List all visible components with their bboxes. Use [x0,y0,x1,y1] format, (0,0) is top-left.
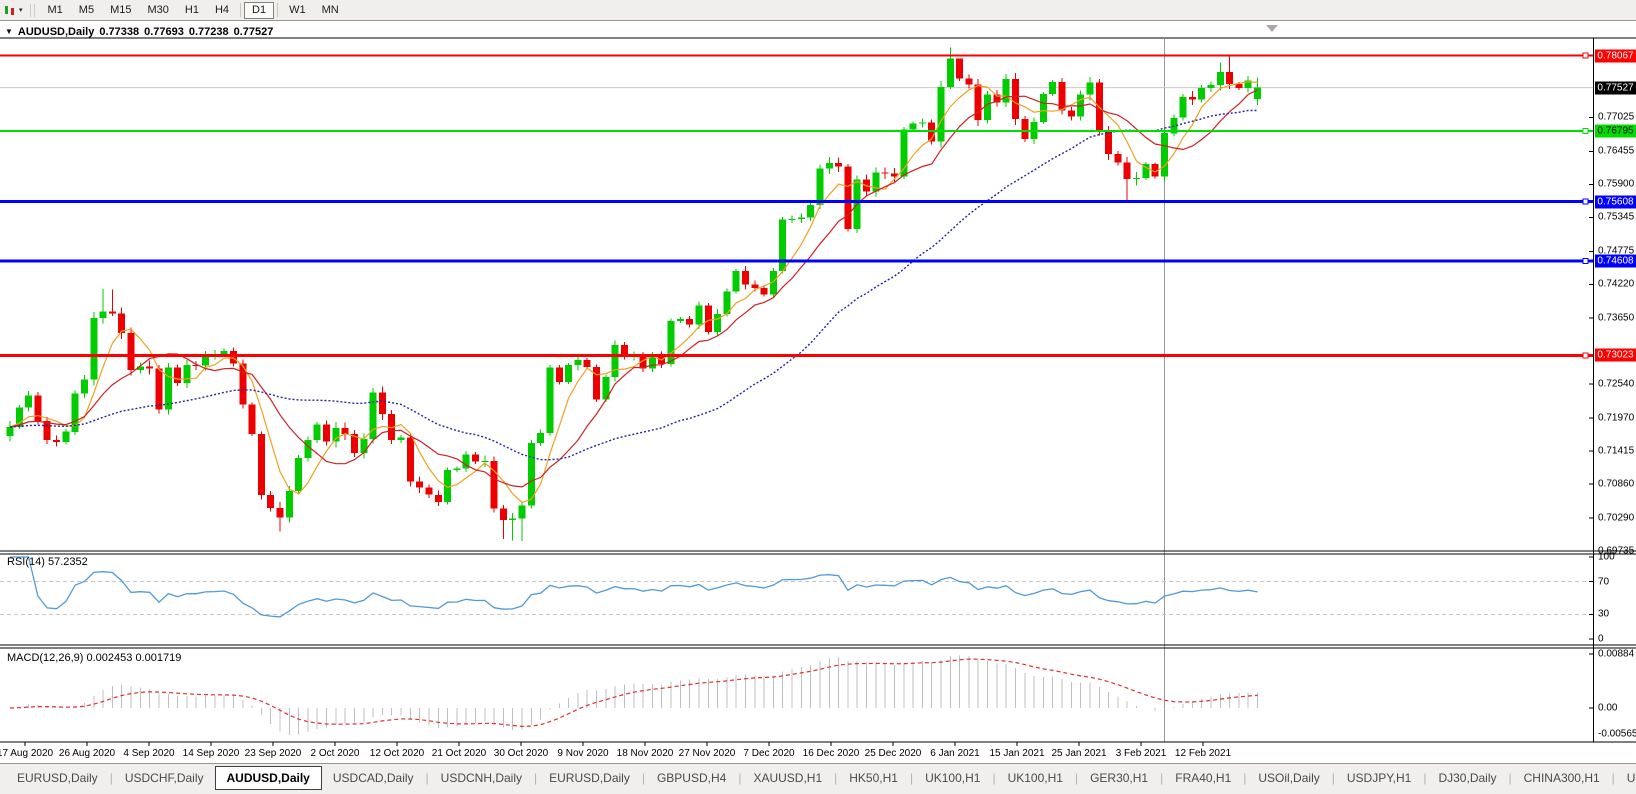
date-axis-label: 7 Dec 2020 [743,748,794,759]
date-axis-label: 12 Oct 2020 [370,748,424,759]
ohlc-open: 0.77338 [99,26,139,38]
price-badge: 0.73023 [1595,349,1636,362]
tab-uk100-h1[interactable]: UK100,H1 [914,767,991,789]
macd-axis-tick: 0.00 [1598,703,1617,714]
price-axis-tick: 0.75900 [1598,179,1634,190]
tab-gbpusd-h4[interactable]: GBPUSD,H4 [646,767,737,789]
date-axis-label: 16 Dec 2020 [803,748,860,759]
rsi-axis-tick: 70 [1598,576,1609,587]
date-axis-label: 17 Aug 2020 [0,748,53,759]
date-axis-label: 27 Nov 2020 [679,748,736,759]
price-badge: 0.77527 [1595,81,1636,94]
price-axis-tick: 0.71970 [1598,413,1634,424]
rsi-axis-tick: 30 [1598,609,1609,620]
price-axis-tick: 0.74220 [1598,279,1634,290]
date-axis-label: 25 Jan 2021 [1051,748,1106,759]
date-axis-label: 6 Jan 2021 [930,748,980,759]
date-axis-label: 18 Nov 2020 [617,748,674,759]
date-axis-label: 25 Dec 2020 [865,748,922,759]
tab-usdcad-daily[interactable]: USDCAD,Daily [322,767,425,789]
rsi-axis-tick: 0 [1598,633,1604,644]
chart-title: ▼ AUDUSD,Daily 0.77338 0.77693 0.77238 0… [5,25,273,38]
collapse-triangle-icon[interactable]: ▼ [5,28,13,36]
macd-axis-tick: 0.00884 [1598,649,1634,660]
price-axis-tick: 0.71415 [1598,446,1634,457]
date-axis-label: 14 Sep 2020 [183,748,240,759]
date-axis-label: 4 Sep 2020 [123,748,174,759]
price-badge: 0.75608 [1595,195,1636,208]
date-axis-label: 21 Oct 2020 [432,748,486,759]
tab-usdchf-daily[interactable]: USDCHF,Daily [114,767,215,789]
tab-usdcnh-daily[interactable]: USDCNH,Daily [430,767,533,789]
date-axis-label: 2 Oct 2020 [311,748,360,759]
tab-usdjpy-h1[interactable]: USDJPY,H1 [1336,767,1422,789]
tab-eurusd-daily[interactable]: EURUSD,Daily [538,767,641,789]
date-axis-label: 26 Aug 2020 [59,748,115,759]
tab-usoil-daily[interactable]: USOil,Daily [1247,767,1330,789]
rsi-axis-tick: 100 [1598,552,1615,563]
mt4-terminal-window: { "toolbar": { "chart_type_icon": "candl… [0,0,1636,794]
date-axis-label: 9 Nov 2020 [557,748,608,759]
price-badge: 0.76795 [1595,125,1636,138]
tab-dj30-daily[interactable]: DJ30,Daily [1427,767,1507,789]
macd-main-value: 0.002453 [86,652,132,664]
date-axis-label: 12 Feb 2021 [1175,748,1231,759]
ohlc-high: 0.77693 [144,26,184,38]
price-axis-tick: 0.70860 [1598,479,1634,490]
price-axis-tick: 0.77025 [1598,112,1634,123]
price-badge: 0.74608 [1595,255,1636,268]
symbol-tabbar: EURUSD,Daily|USDCHF,DailyAUDUSD,DailyUSD… [0,763,1636,794]
tab-hk50-h1[interactable]: HK50,H1 [838,767,909,789]
rsi-value: 57.2352 [48,556,88,568]
price-axis-tick: 0.75345 [1598,212,1634,223]
tab-china300-h1[interactable]: CHINA300,H1 [1513,767,1611,789]
price-axis-tick: 0.73650 [1598,313,1634,324]
date-axis-label: 23 Sep 2020 [245,748,302,759]
date-axis-label: 3 Feb 2021 [1116,748,1167,759]
tab-ger30-h1[interactable]: GER30,H1 [1079,767,1159,789]
tab-fra40-h1[interactable]: FRA40,H1 [1164,767,1242,789]
chart-symbol-label: AUDUSD,Daily [18,26,94,38]
ohlc-low: 0.77238 [189,26,229,38]
tab-uk100-h1[interactable]: UK100,H1 [997,767,1074,789]
main-chart-canvas[interactable] [0,0,1636,763]
symbol-tabs: EURUSD,Daily|USDCHF,DailyAUDUSD,DailyUSD… [6,767,1636,790]
price-axis-tick: 0.72540 [1598,379,1634,390]
macd-indicator-label: MACD(12,26,9) 0.002453 0.001719 [7,652,181,664]
tab-usoil-h1[interactable]: USOil,H1 [1616,767,1636,789]
price-axis-tick: 0.70290 [1598,512,1634,523]
macd-signal-value: 0.001719 [135,652,181,664]
date-axis-label: 30 Oct 2020 [494,748,548,759]
chart-shift-marker-icon[interactable] [1266,25,1278,32]
date-axis-label: 15 Jan 2021 [989,748,1044,759]
tab-xauusd-h1[interactable]: XAUUSD,H1 [742,767,833,789]
rsi-indicator-label: RSI(14) 57.2352 [7,556,88,568]
tab-audusd-daily[interactable]: AUDUSD,Daily [215,766,322,790]
ohlc-close: 0.77527 [234,26,274,38]
price-badge: 0.78067 [1595,49,1636,62]
price-axis-tick: 0.76455 [1598,146,1634,157]
tab-eurusd-daily[interactable]: EURUSD,Daily [6,767,109,789]
macd-axis-tick: -0.005651 [1598,729,1636,740]
